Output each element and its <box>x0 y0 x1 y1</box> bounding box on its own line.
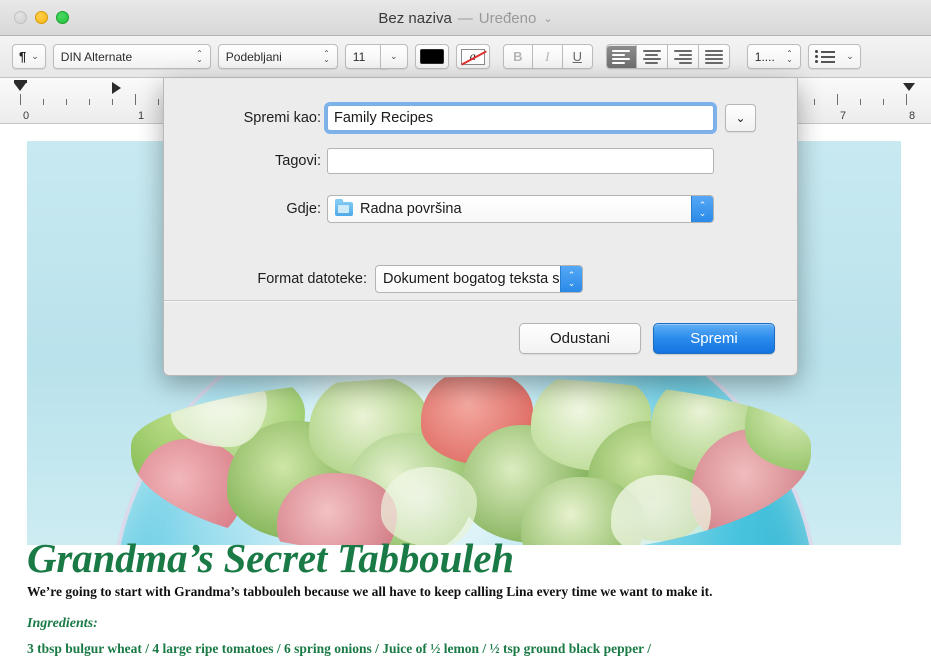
chevron-down-icon[interactable]: ⌄ <box>543 12 552 25</box>
save-as-value: Family Recipes <box>334 110 434 126</box>
tab-stop-marker-1[interactable] <box>112 82 121 94</box>
stepper-icon: ⌃ ⌄ <box>196 48 203 64</box>
ingredients-heading: Ingredients: <box>27 616 98 631</box>
expand-dialog-button[interactable]: ⌄ <box>725 104 756 132</box>
ruler-label: 7 <box>840 110 847 122</box>
align-justify-icon <box>704 49 723 64</box>
window-title: Bez naziva — Uređeno ⌄ <box>0 0 931 36</box>
document-name: Bez naziva <box>378 9 452 27</box>
paragraph-style-button[interactable]: ¶ ⌄ <box>12 44 46 69</box>
save-dialog: Spremi kao: Family Recipes ⌄ Tagovi: Gdj… <box>163 78 798 376</box>
recipe-title: Grandma’s Secret Tabbouleh <box>27 535 514 581</box>
ruler-label: 8 <box>909 110 916 122</box>
align-left-icon <box>612 49 631 64</box>
save-as-label: Spremi kao: <box>243 110 321 126</box>
recipe-intro-paragraph: We’re going to start with Grandma’s tabb… <box>27 584 713 599</box>
strikethrough-a-icon: a <box>460 48 485 65</box>
where-select[interactable]: Radna površina ⌃ ⌄ <box>327 195 714 223</box>
line-spacing-select[interactable]: 1.... ⌃ ⌄ <box>746 44 801 69</box>
font-style-value: Podebljani <box>225 49 282 64</box>
bulleted-list-icon <box>814 50 835 63</box>
font-style-select[interactable]: Podebljani ⌃ ⌄ <box>217 44 338 69</box>
right-indent-marker[interactable] <box>903 83 915 91</box>
align-center-button[interactable] <box>636 44 668 69</box>
align-justify-button[interactable] <box>698 44 730 69</box>
color-swatch-icon <box>419 49 444 64</box>
list-style-button[interactable]: ⌄ <box>807 44 861 69</box>
bold-button[interactable]: B <box>502 44 533 69</box>
underline-button[interactable]: U <box>562 44 593 69</box>
ruler-label: 1 <box>138 110 145 122</box>
where-value: Radna površina <box>360 201 462 217</box>
document-edited-status: Uređeno <box>478 9 537 27</box>
left-indent-marker[interactable] <box>14 83 26 91</box>
ruler-label: 0 <box>23 110 30 122</box>
tags-label: Tagovi: <box>275 153 321 169</box>
file-format-value: Dokument bogatog teksta s privitcima <box>383 271 582 287</box>
text-color-button[interactable] <box>414 44 449 69</box>
stepper-icon: ⌃ ⌄ <box>691 196 713 222</box>
chevron-down-icon: ⌄ <box>846 51 854 61</box>
chevron-down-icon: ⌄ <box>390 51 398 61</box>
stepper-icon: ⌃ ⌄ <box>323 48 330 64</box>
chevron-down-icon: ⌄ <box>735 111 746 125</box>
align-right-icon <box>673 49 692 64</box>
stepper-icon: ⌃ ⌄ <box>786 48 793 64</box>
dialog-footer: Odustani Spremi <box>164 301 797 375</box>
title-separator: — <box>457 9 473 27</box>
font-family-select[interactable]: DIN Alternate ⌃ ⌄ <box>52 44 211 69</box>
italic-button[interactable]: I <box>532 44 563 69</box>
save-button[interactable]: Spremi <box>653 322 775 354</box>
file-format-label: Format datoteke: <box>257 271 367 287</box>
font-size-dropdown-button[interactable]: ⌄ <box>379 44 408 69</box>
clear-formatting-button[interactable]: a <box>455 44 490 69</box>
align-left-button[interactable] <box>605 44 637 69</box>
format-toolbar: ¶ ⌄ DIN Alternate ⌃ ⌄ Podebljani ⌃ ⌄ 11 ⌄ … <box>0 36 931 78</box>
where-label: Gdje: <box>286 201 321 217</box>
save-as-input[interactable]: Family Recipes <box>327 105 714 131</box>
font-family-value: DIN Alternate <box>60 49 133 64</box>
text-style-group: B I U <box>502 44 593 69</box>
window-titlebar: Bez naziva — Uređeno ⌄ <box>0 0 931 36</box>
tags-input[interactable] <box>327 148 714 174</box>
pilcrow-icon: ¶ <box>19 49 27 64</box>
file-format-select[interactable]: Dokument bogatog teksta s privitcima ⌃⌄ <box>375 265 583 293</box>
font-size-group: 11 ⌄ <box>344 44 408 69</box>
alignment-group <box>605 44 730 69</box>
cancel-button[interactable]: Odustani <box>519 322 641 354</box>
stepper-icon: ⌃ ⌄ <box>560 266 582 292</box>
ingredients-list: 3 tbsp bulgur wheat / 4 large ripe tomat… <box>27 641 652 656</box>
chevron-down-icon: ⌄ <box>31 51 39 61</box>
align-right-button[interactable] <box>667 44 699 69</box>
align-center-icon <box>642 49 661 64</box>
font-size-value: 11 <box>352 49 366 64</box>
textedit-window: Bez naziva — Uređeno ⌄ ¶ ⌄ DIN Alternate… <box>0 0 931 657</box>
line-spacing-value: 1.... <box>754 49 775 64</box>
folder-icon <box>335 199 353 216</box>
